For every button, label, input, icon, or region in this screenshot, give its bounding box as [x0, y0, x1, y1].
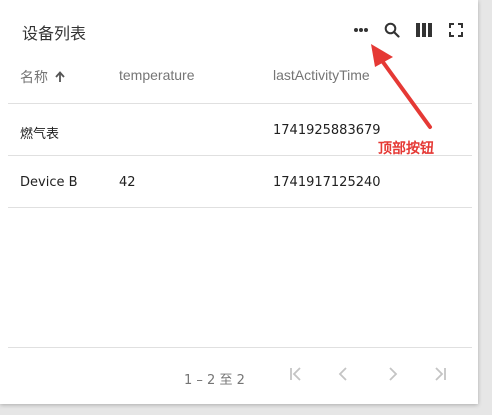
- footer-divider: [8, 347, 472, 348]
- columns-button[interactable]: [412, 18, 436, 42]
- cell-temperature: 42: [119, 175, 136, 190]
- chevron-right-icon: [384, 366, 400, 387]
- widget-title: 设备列表: [22, 24, 87, 43]
- first-page-button[interactable]: [284, 364, 308, 388]
- annotation-label: 顶部按钮: [378, 141, 434, 157]
- more-button[interactable]: [349, 18, 373, 42]
- column-header-label: lastActivityTime: [273, 67, 370, 83]
- fullscreen-icon: [449, 23, 463, 37]
- columns-icon: [416, 23, 432, 37]
- fullscreen-button[interactable]: [444, 18, 468, 42]
- widget-card: 设备列表 名称 temperature lastActivityTime 燃气表…: [0, 0, 478, 404]
- arrow-up-icon: [54, 71, 66, 83]
- more-horiz-icon: [353, 27, 369, 33]
- widget-header: 设备列表: [0, 0, 478, 58]
- column-header-label: 名称: [20, 70, 48, 86]
- cell-last-activity-time: 1741925883679: [273, 123, 381, 138]
- search-icon: [384, 22, 400, 38]
- column-header-name[interactable]: 名称: [20, 67, 66, 87]
- cell-name: 燃气表: [20, 127, 60, 142]
- column-header-label: temperature: [119, 67, 195, 83]
- previous-page-button[interactable]: [332, 364, 356, 388]
- cell-name: Device B: [20, 175, 78, 190]
- chevron-left-icon: [336, 366, 352, 387]
- next-page-button[interactable]: [380, 364, 404, 388]
- column-header-temperature[interactable]: temperature: [119, 67, 194, 83]
- first-page-icon: [288, 366, 304, 387]
- column-header-last-activity-time[interactable]: lastActivityTime: [273, 67, 370, 83]
- table-row[interactable]: Device B 42 1741917125240: [8, 156, 472, 208]
- row-divider: [8, 207, 472, 208]
- search-button[interactable]: [380, 18, 404, 42]
- last-page-button[interactable]: [428, 364, 452, 388]
- last-page-icon: [432, 366, 448, 387]
- cell-last-activity-time: 1741917125240: [273, 175, 381, 190]
- pagination-range: 1 – 2 至 2: [184, 373, 245, 388]
